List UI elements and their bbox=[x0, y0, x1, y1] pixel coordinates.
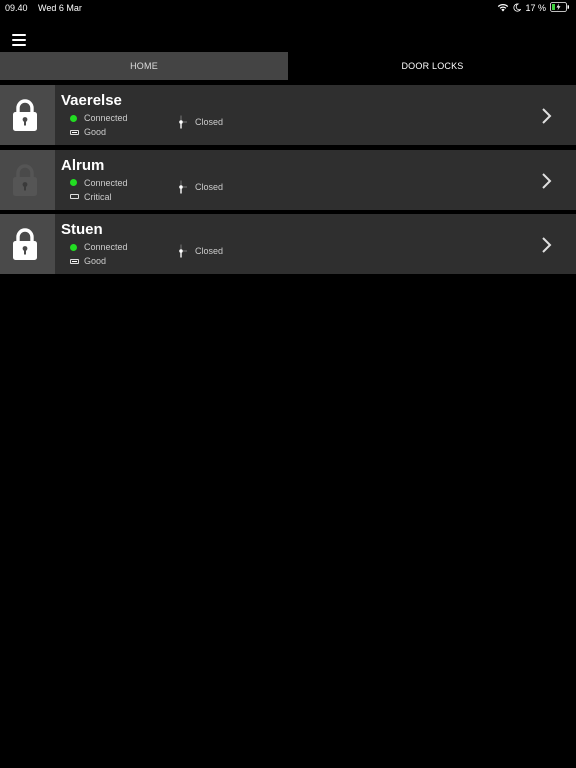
door-label: Closed bbox=[195, 246, 224, 256]
lock-name: Vaerelse bbox=[61, 92, 122, 109]
connection-label: Connected bbox=[84, 242, 128, 252]
lock-row[interactable]: Vaerelse Connected Good Closed bbox=[0, 85, 576, 145]
connection-label: Connected bbox=[84, 113, 128, 123]
door-sensor-icon bbox=[179, 244, 187, 258]
connection-status: Connected bbox=[70, 178, 128, 188]
status-bar: 09.40 Wed 6 Mar 17 % bbox=[0, 0, 576, 16]
status-time: 09.40 bbox=[5, 3, 28, 13]
door-lock-list: Vaerelse Connected Good Closed Alrum Con… bbox=[0, 85, 576, 279]
door-sensor-icon bbox=[179, 180, 187, 193]
connection-status: Connected bbox=[70, 113, 128, 123]
chevron-right-icon[interactable] bbox=[540, 236, 554, 254]
tab-bar: HOME DOOR LOCKS bbox=[0, 52, 576, 80]
connected-dot-icon bbox=[70, 243, 77, 251]
door-label: Closed bbox=[195, 181, 224, 192]
battery-label: Good bbox=[84, 256, 107, 266]
battery-label: Critical bbox=[84, 191, 112, 202]
lock-name: Stuen bbox=[61, 221, 103, 238]
chevron-right-icon[interactable] bbox=[540, 172, 554, 190]
lock-icon-box bbox=[0, 149, 55, 210]
door-status: Closed bbox=[176, 115, 223, 129]
status-right: 17 % bbox=[497, 2, 570, 14]
lock-icon-box bbox=[0, 214, 55, 274]
battery-icon bbox=[70, 258, 79, 264]
chevron-right-icon[interactable] bbox=[540, 107, 554, 125]
status-date: Wed 6 Mar bbox=[38, 3, 82, 13]
padlock-icon bbox=[13, 163, 37, 196]
padlock-icon bbox=[13, 228, 37, 260]
battery-label: Good bbox=[84, 127, 107, 137]
battery-status: Good bbox=[70, 256, 106, 266]
lock-row[interactable]: Alrum Connected Critical Closed bbox=[0, 149, 576, 210]
lock-icon-box bbox=[0, 85, 55, 145]
battery-percent: 17 % bbox=[525, 3, 546, 13]
tab-home[interactable]: HOME bbox=[0, 52, 288, 80]
wifi-icon bbox=[497, 3, 509, 14]
battery-status: Critical bbox=[70, 192, 112, 202]
door-sensor-icon bbox=[179, 115, 187, 129]
connection-label: Connected bbox=[84, 177, 128, 188]
door-status: Closed bbox=[176, 244, 223, 258]
padlock-icon bbox=[13, 99, 37, 131]
battery-icon bbox=[70, 129, 79, 135]
lock-row[interactable]: Stuen Connected Good Closed bbox=[0, 214, 576, 274]
door-status: Closed bbox=[176, 180, 223, 194]
tab-door-locks[interactable]: DOOR LOCKS bbox=[289, 52, 576, 80]
connected-dot-icon bbox=[70, 179, 77, 186]
hamburger-icon[interactable] bbox=[10, 30, 30, 48]
connected-dot-icon bbox=[70, 114, 77, 122]
door-label: Closed bbox=[195, 117, 224, 127]
moon-icon bbox=[513, 3, 523, 14]
battery-charging-icon bbox=[550, 2, 570, 14]
battery-status: Good bbox=[70, 127, 106, 137]
battery-icon bbox=[70, 194, 79, 199]
connection-status: Connected bbox=[70, 242, 128, 252]
lock-name: Alrum bbox=[61, 156, 105, 174]
